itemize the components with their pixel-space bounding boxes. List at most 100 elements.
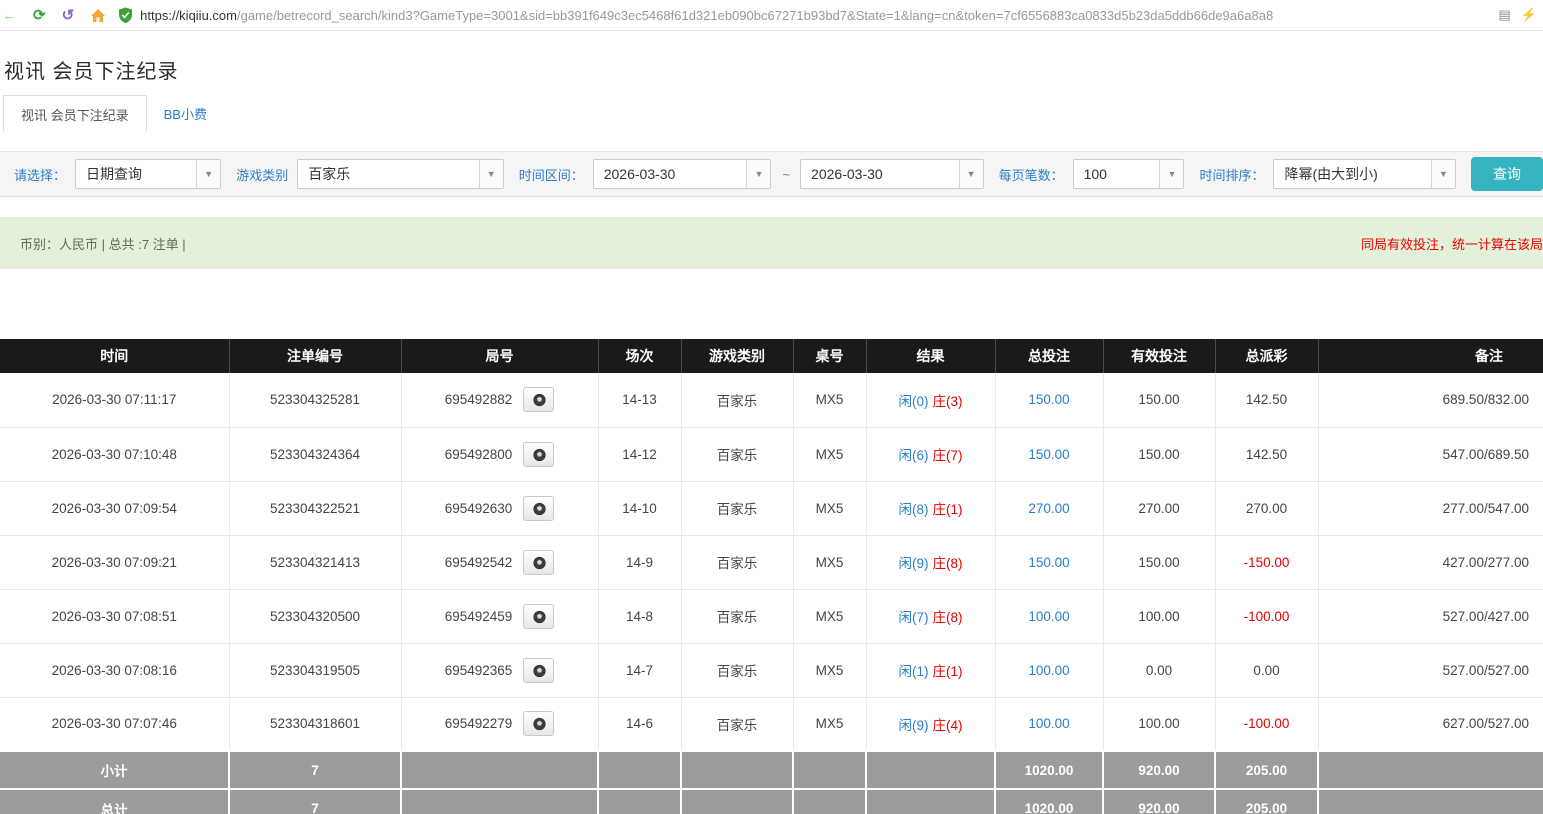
undo-icon[interactable]: ↺ — [62, 8, 75, 23]
cell-session: 14-9 — [598, 535, 681, 589]
column-header: 总投注 — [995, 339, 1103, 373]
cell-valid-bet: 100.00 — [1103, 697, 1215, 751]
cell-table-no: MX5 — [793, 643, 866, 697]
lightning-icon[interactable]: ⚡ — [1521, 7, 1537, 23]
cell-payout: -150.00 — [1215, 535, 1318, 589]
result-banker: 庄(4) — [933, 718, 963, 733]
result-player: 闲(8) — [899, 502, 929, 517]
cell-total-bet[interactable]: 100.00 — [995, 589, 1103, 643]
tab-betrecord[interactable]: 视讯 会员下注纪录 — [3, 95, 147, 132]
cell-bet-id: 523304320500 — [229, 589, 401, 643]
refresh-icon[interactable]: ⟳ — [33, 8, 46, 23]
result-banker: 庄(8) — [933, 610, 963, 625]
video-replay-button[interactable] — [523, 387, 554, 412]
cell-session: 14-6 — [598, 697, 681, 751]
column-header: 有效投注 — [1103, 339, 1215, 373]
table-row: 2026-03-30 07:10:48 523304324364 6954928… — [0, 427, 1543, 481]
cell-session: 14-7 — [598, 643, 681, 697]
url-text: https://kiqiiu.com/game/betrecord_search… — [140, 8, 1273, 23]
video-replay-button[interactable] — [523, 658, 554, 683]
cell-valid-bet: 150.00 — [1103, 535, 1215, 589]
date-from-select[interactable]: 2026-03-30 ▼ — [593, 159, 772, 189]
video-replay-button[interactable] — [523, 442, 554, 467]
column-header: 游戏类别 — [681, 339, 793, 373]
cell-payout: -100.00 — [1215, 697, 1318, 751]
table-row: 2026-03-30 07:09:54 523304322521 6954926… — [0, 481, 1543, 535]
column-header: 结果 — [866, 339, 995, 373]
url-bar[interactable]: https://kiqiiu.com/game/betrecord_search… — [118, 7, 1492, 24]
cell-round: 695492279 — [401, 697, 598, 751]
cell-session: 14-10 — [598, 481, 681, 535]
cell-total-bet[interactable]: 150.00 — [995, 373, 1103, 427]
cell-payout: 142.50 — [1215, 373, 1318, 427]
round-id: 695492882 — [445, 392, 513, 407]
cell-result: 闲(8)庄(1) — [866, 481, 995, 535]
cell-game-type: 百家乐 — [681, 481, 793, 535]
round-id: 695492542 — [445, 555, 513, 570]
cell-game-type: 百家乐 — [681, 373, 793, 427]
cell-bet-id: 523304319505 — [229, 643, 401, 697]
total-row: 总计71020.00920.00205.00 — [0, 789, 1543, 814]
cell-total-bet[interactable]: 150.00 — [995, 427, 1103, 481]
sort-select[interactable]: 降幂(由大到小) ▼ — [1273, 159, 1456, 189]
date-to-value: 2026-03-30 — [801, 166, 883, 182]
video-replay-button[interactable] — [523, 711, 554, 736]
cell-bet-id: 523304322521 — [229, 481, 401, 535]
range-separator: ~ — [782, 167, 790, 182]
cell-time: 2026-03-30 07:11:17 — [0, 373, 229, 427]
cell-table-no: MX5 — [793, 535, 866, 589]
cell-table-no: MX5 — [793, 481, 866, 535]
cell-total-bet[interactable]: 100.00 — [995, 697, 1103, 751]
cell-bet-id: 523304321413 — [229, 535, 401, 589]
per-page-label: 每页笔数： — [999, 165, 1064, 184]
round-id: 695492800 — [445, 447, 513, 462]
chevron-down-icon: ▼ — [1431, 160, 1455, 188]
video-replay-button[interactable] — [523, 604, 554, 629]
search-button[interactable]: 查询 — [1471, 157, 1543, 191]
column-header: 时间 — [0, 339, 229, 373]
cell-valid-bet: 0.00 — [1103, 643, 1215, 697]
column-header: 注单编号 — [229, 339, 401, 373]
currency-summary: 币别：人民币 | 总共 :7 注单 | — [20, 234, 186, 253]
video-replay-button[interactable] — [523, 496, 554, 521]
cell-time: 2026-03-30 07:09:54 — [0, 481, 229, 535]
cell-result: 闲(9)庄(8) — [866, 535, 995, 589]
url-domain: https://kiqiiu.com — [140, 8, 237, 23]
per-page-select[interactable]: 100 ▼ — [1073, 159, 1185, 189]
subtotal-row: 小计71020.00920.00205.00 — [0, 751, 1543, 789]
result-banker: 庄(3) — [933, 394, 963, 409]
cell-table-no: MX5 — [793, 373, 866, 427]
valid-bet-notice: 同局有效投注，统一计算在该局 — [1361, 234, 1543, 253]
column-header: 桌号 — [793, 339, 866, 373]
back-icon[interactable]: ← — [2, 8, 17, 23]
cell-note: 527.00/527.00 — [1318, 643, 1543, 697]
cell-time: 2026-03-30 07:08:51 — [0, 589, 229, 643]
result-player: 闲(6) — [899, 448, 929, 463]
table-foot: 小计71020.00920.00205.00总计71020.00920.0020… — [0, 751, 1543, 814]
bet-record-table: 时间注单编号局号场次游戏类别桌号结果总投注有效投注总派彩备注 2026-03-3… — [0, 339, 1543, 814]
cell-game-type: 百家乐 — [681, 589, 793, 643]
cell-total-bet[interactable]: 270.00 — [995, 481, 1103, 535]
tab-bb-tip[interactable]: BB小费 — [147, 95, 224, 132]
browser-extra-icon[interactable]: ▤ — [1499, 7, 1511, 23]
page-title: 视讯 会员下注纪录 — [0, 31, 1543, 84]
cell-result: 闲(9)庄(4) — [866, 697, 995, 751]
cell-session: 14-12 — [598, 427, 681, 481]
home-icon[interactable] — [90, 8, 106, 23]
sort-value: 降幂(由大到小) — [1274, 164, 1377, 184]
column-header: 局号 — [401, 339, 598, 373]
cell-note: 547.00/689.50 — [1318, 427, 1543, 481]
cell-round: 695492800 — [401, 427, 598, 481]
video-replay-button[interactable] — [523, 550, 554, 575]
round-id: 695492459 — [445, 609, 513, 624]
cell-total-bet[interactable]: 150.00 — [995, 535, 1103, 589]
table-row: 2026-03-30 07:08:51 523304320500 6954924… — [0, 589, 1543, 643]
cell-total-bet[interactable]: 100.00 — [995, 643, 1103, 697]
game-type-select[interactable]: 百家乐 ▼ — [297, 159, 503, 189]
cell-game-type: 百家乐 — [681, 643, 793, 697]
query-mode-select[interactable]: 日期查询 ▼ — [75, 159, 221, 189]
date-to-select[interactable]: 2026-03-30 ▼ — [800, 159, 984, 189]
round-id: 695492365 — [445, 663, 513, 678]
cell-bet-id: 523304324364 — [229, 427, 401, 481]
cell-note: 627.00/527.00 — [1318, 697, 1543, 751]
